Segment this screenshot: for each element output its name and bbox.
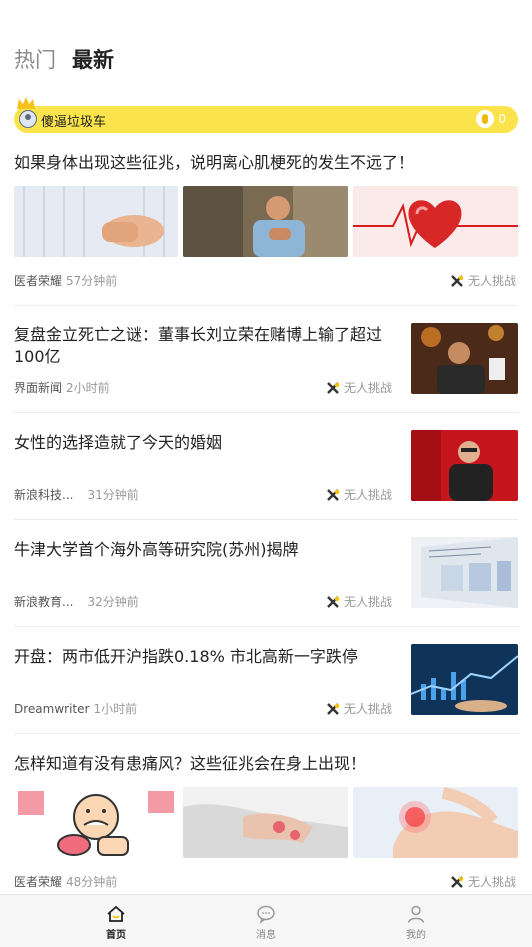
divider bbox=[14, 305, 518, 306]
challenge-status[interactable]: 无人挑战 bbox=[326, 379, 392, 396]
challenge-label: 无人挑战 bbox=[344, 702, 393, 716]
tab-latest[interactable]: 最新 bbox=[72, 44, 114, 74]
speaker-photo-image bbox=[411, 430, 518, 501]
article-thumbnail[interactable] bbox=[14, 186, 178, 257]
avatar bbox=[19, 110, 37, 128]
challenge-label: 无人挑战 bbox=[344, 595, 393, 609]
article-title[interactable]: 如果身体出现这些征兆，说明离心肌梗死的发生不远了！ bbox=[14, 152, 518, 174]
challenge-icon bbox=[451, 274, 464, 287]
nav-messages[interactable]: 消息 bbox=[236, 895, 296, 947]
gout-cartoon-image bbox=[14, 787, 178, 858]
chairman-photo-image bbox=[411, 323, 518, 394]
challenge-icon bbox=[327, 381, 340, 394]
nav-profile-label: 我的 bbox=[406, 930, 426, 941]
user-name: 傻逼垃圾车 bbox=[41, 115, 107, 130]
article-source: 新浪科技... bbox=[14, 488, 74, 502]
article-meta: 新浪科技... 31分钟前 bbox=[14, 486, 139, 503]
challenge-icon bbox=[327, 595, 340, 608]
article-meta: 医者荣耀 57分钟前 bbox=[14, 272, 117, 289]
challenge-label: 无人挑战 bbox=[344, 488, 393, 502]
tab-hot[interactable]: 热门 bbox=[14, 44, 56, 74]
nav-home[interactable]: 首页 bbox=[86, 895, 146, 947]
user-bar[interactable]: 傻逼垃圾车 0 bbox=[14, 97, 518, 133]
institute-photo-image bbox=[411, 537, 518, 608]
coin-count: 0 bbox=[498, 112, 506, 126]
stock-chart-photo-image bbox=[411, 644, 518, 715]
challenge-icon bbox=[327, 488, 340, 501]
challenge-icon bbox=[451, 875, 464, 888]
article-thumbnail[interactable] bbox=[353, 787, 518, 858]
article-source: 界面新闻 bbox=[14, 381, 63, 395]
nav-profile[interactable]: 我的 bbox=[386, 895, 446, 947]
message-icon bbox=[257, 905, 275, 924]
article-time: 1小时前 bbox=[93, 702, 138, 716]
challenge-status[interactable]: 无人挑战 bbox=[326, 486, 392, 503]
divider bbox=[14, 733, 518, 734]
article-meta: Dreamwriter 1小时前 bbox=[14, 700, 137, 717]
article-title[interactable]: 牛津大学首个海外高等研究院(苏州)揭牌 bbox=[14, 539, 399, 561]
challenge-status[interactable]: 无人挑战 bbox=[450, 873, 516, 890]
article-time: 48分钟前 bbox=[66, 875, 118, 889]
home-icon bbox=[107, 905, 125, 922]
article-thumbnail[interactable] bbox=[353, 186, 518, 257]
article-title[interactable]: 怎样知道有没有患痛风？这些征兆会在身上出现！ bbox=[14, 753, 518, 775]
abdomen-photo-image bbox=[14, 186, 178, 257]
challenge-label: 无人挑战 bbox=[468, 274, 517, 288]
coin-icon bbox=[476, 110, 494, 128]
article-thumbnail[interactable] bbox=[411, 430, 518, 501]
nav-messages-label: 消息 bbox=[256, 930, 276, 941]
article-meta: 医者荣耀 48分钟前 bbox=[14, 873, 117, 890]
article-source: 医者荣耀 bbox=[14, 875, 63, 889]
article-title[interactable]: 女性的选择造就了今天的婚姻 bbox=[14, 432, 399, 454]
challenge-status[interactable]: 无人挑战 bbox=[450, 272, 516, 289]
divider bbox=[14, 412, 518, 413]
divider bbox=[14, 519, 518, 520]
challenge-label: 无人挑战 bbox=[344, 381, 393, 395]
crown-icon bbox=[17, 97, 35, 109]
article-title[interactable]: 复盘金立死亡之谜：董事长刘立荣在赌博上输了超过100亿 bbox=[14, 324, 399, 368]
article-thumbnail[interactable] bbox=[411, 644, 518, 715]
challenge-label: 无人挑战 bbox=[468, 875, 517, 889]
article-source: 医者荣耀 bbox=[14, 274, 63, 288]
nav-home-label: 首页 bbox=[106, 930, 126, 941]
article-thumbnail[interactable] bbox=[411, 537, 518, 608]
hand-pain-photo-image bbox=[183, 787, 348, 858]
article-meta: 新浪教育... 32分钟前 bbox=[14, 593, 139, 610]
article-time: 32分钟前 bbox=[87, 595, 139, 609]
article-title[interactable]: 开盘：两市低开沪指跌0.18% 市北高新一字跌停 bbox=[14, 646, 399, 668]
foot-pain-photo-image bbox=[353, 787, 518, 858]
article-source: 新浪教育... bbox=[14, 595, 74, 609]
heart-illustration-image bbox=[353, 186, 518, 257]
divider bbox=[14, 626, 518, 627]
article-thumbnail[interactable] bbox=[14, 787, 178, 858]
article-time: 31分钟前 bbox=[87, 488, 139, 502]
article-time: 2小时前 bbox=[66, 381, 110, 395]
article-meta: 界面新闻 2小时前 bbox=[14, 379, 110, 396]
feed-tabs: 热门 最新 bbox=[14, 44, 114, 74]
article-source: Dreamwriter bbox=[14, 702, 90, 716]
challenge-icon bbox=[327, 702, 340, 715]
article-thumbnail[interactable] bbox=[183, 186, 348, 257]
challenge-status[interactable]: 无人挑战 bbox=[326, 700, 392, 717]
article-time: 57分钟前 bbox=[66, 274, 118, 288]
bottom-nav: 首页 消息 我的 bbox=[0, 894, 532, 947]
challenge-status[interactable]: 无人挑战 bbox=[326, 593, 392, 610]
profile-icon bbox=[407, 905, 425, 923]
article-thumbnail[interactable] bbox=[411, 323, 518, 394]
article-thumbnail[interactable] bbox=[183, 787, 348, 858]
man-chest-pain-photo-image bbox=[183, 186, 348, 257]
